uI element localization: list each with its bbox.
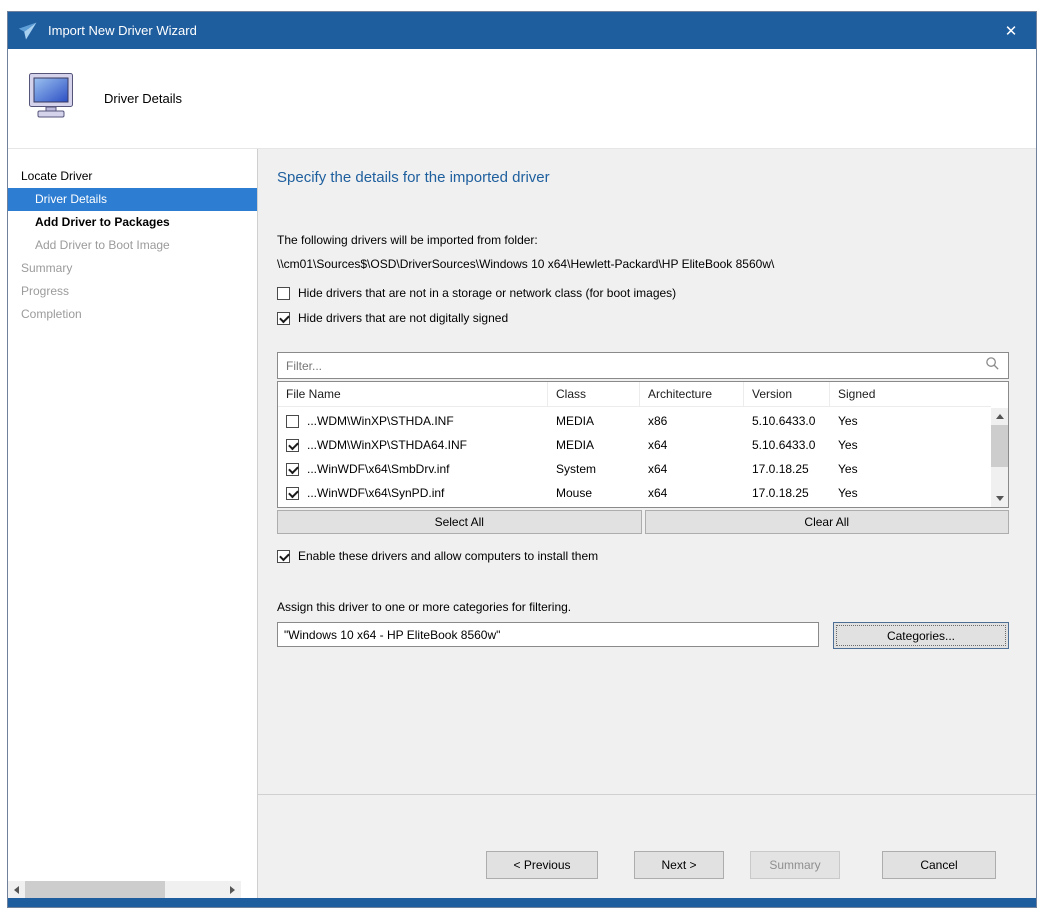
driver-signed: Yes [830,481,991,505]
scroll-right-arrow-icon[interactable] [224,881,241,898]
driver-row[interactable]: ...WinWDF\x64\SynPD.inf Mousex6417.0.18.2… [278,481,991,505]
enable-drivers-checkbox-label: Enable these drivers and allow computers… [298,549,598,563]
column-header-signed[interactable]: Signed [830,382,991,406]
driver-file-name: ...WinWDF\x64\SynPD.inf [307,486,444,500]
titlebar: Import New Driver Wizard ✕ [8,12,1036,49]
sidebar-item-driver-details[interactable]: Driver Details [8,188,257,211]
filter-input[interactable] [286,359,985,373]
driver-list: File NameClassArchitectureVersionSigned … [277,381,1009,508]
driver-row[interactable]: ...WDM\WinXP\STHDA.INF MEDIAx865.10.6433.… [278,409,991,433]
wizard-footer: < Previous Next > Summary Cancel [258,794,1036,898]
sidebar-item-add-driver-to-boot-image: Add Driver to Boot Image [8,234,257,257]
scrollbar-thumb[interactable] [25,881,165,898]
intro-text: The following drivers will be imported f… [277,233,1009,247]
summary-button: Summary [750,851,840,879]
driver-file-name: ...WDM\WinXP\STHDA.INF [307,414,454,428]
scrollbar-track[interactable] [991,425,1008,490]
sidebar-item-summary: Summary [8,257,257,280]
computer-monitor-icon [28,72,80,125]
driver-architecture: x64 [640,433,744,457]
close-icon[interactable]: ✕ [998,22,1024,40]
categories-button[interactable]: Categories... [833,622,1009,649]
hide-storage-checkbox-row[interactable]: Hide drivers that are not in a storage o… [277,286,1009,300]
column-header-architecture[interactable]: Architecture [640,382,744,406]
file-name-cell: ...WDM\WinXP\STHDA64.INF [278,433,548,457]
driver-architecture: x86 [640,409,744,433]
previous-button[interactable]: < Previous [486,851,598,879]
hide-storage-checkbox-label: Hide drivers that are not in a storage o… [298,286,676,300]
driver-class: Mouse [548,481,640,505]
file-name-cell: ...WinWDF\x64\SmbDrv.inf [278,457,548,481]
cancel-button[interactable]: Cancel [882,851,996,879]
driver-table-body: ...WDM\WinXP\STHDA.INF MEDIAx865.10.6433.… [278,407,991,507]
driver-architecture: x64 [640,481,744,505]
wizard-steps-sidebar: Locate DriverDriver DetailsAdd Driver to… [8,149,258,898]
driver-class: System [548,457,640,481]
content-heading: Specify the details for the imported dri… [277,169,1009,186]
hide-unsigned-checkbox-row[interactable]: Hide drivers that are not digitally sign… [277,311,1009,325]
bottom-accent-strip [8,898,1036,907]
file-name-cell: ...WinWDF\x64\SynPD.inf [278,481,548,505]
sidebar-item-locate-driver[interactable]: Locate Driver [8,165,257,188]
wizard-steps: Locate DriverDriver DetailsAdd Driver to… [8,165,257,326]
driver-class: MEDIA [548,409,640,433]
categories-caption: Assign this driver to one or more catego… [277,600,1009,614]
wizard-banner: Driver Details [8,49,1036,149]
driver-architecture: x64 [640,457,744,481]
driver-row-checkbox[interactable] [286,463,299,476]
hide-signed-checkbox[interactable] [277,312,290,325]
column-header-class[interactable]: Class [548,382,640,406]
driver-class: MEDIA [548,433,640,457]
driver-row-checkbox[interactable] [286,439,299,452]
page-title: Driver Details [104,91,182,106]
sidebar-item-progress: Progress [8,280,257,303]
driver-file-name: ...WinWDF\x64\SmbDrv.inf [307,462,449,476]
driver-row-checkbox[interactable] [286,415,299,428]
table-vertical-scrollbar[interactable] [991,408,1008,507]
hide-signed-checkbox-label: Hide drivers that are not digitally sign… [298,311,508,325]
scroll-down-arrow-icon[interactable] [991,490,1008,507]
driver-row[interactable]: ...WDM\WinXP\STHDA64.INF MEDIAx645.10.643… [278,433,991,457]
driver-signed: Yes [830,409,991,433]
driver-file-name: ...WDM\WinXP\STHDA64.INF [307,438,467,452]
sidebar-item-add-driver-to-packages[interactable]: Add Driver to Packages [8,211,257,234]
window-title: Import New Driver Wizard [48,23,197,38]
driver-row[interactable]: ...WinWDF\x64\SmbDrv.inf Systemx6417.0.18… [278,457,991,481]
column-header-version[interactable]: Version [744,382,830,406]
file-name-cell: ...WDM\WinXP\STHDA.INF [278,409,548,433]
driver-version: 17.0.18.25 [744,457,830,481]
hide-storage-checkbox[interactable] [277,287,290,300]
next-button[interactable]: Next > [634,851,724,879]
driver-details-panel: Specify the details for the imported dri… [258,149,1036,794]
enable-drivers-checkbox-row[interactable]: Enable these drivers and allow computers… [277,549,1009,563]
driver-table-header: File NameClassArchitectureVersionSigned [278,382,991,407]
driver-signed: Yes [830,457,991,481]
scrollbar-track[interactable] [25,881,224,898]
scroll-left-arrow-icon[interactable] [8,881,25,898]
clear-all-button[interactable]: Clear All [645,510,1010,534]
search-icon [985,356,1000,376]
driver-version: 17.0.18.25 [744,481,830,505]
categories-input[interactable] [277,622,819,647]
folder-path: \\cm01\Sources$\OSD\DriverSources\Window… [277,257,1009,271]
scrollbar-thumb[interactable] [991,425,1008,467]
enable-drivers-checkbox[interactable] [277,550,290,563]
sidebar-horizontal-scrollbar[interactable] [8,881,241,898]
select-all-button[interactable]: Select All [277,510,642,534]
driver-signed: Yes [830,433,991,457]
import-driver-wizard-window: Import New Driver Wizard ✕ Driver Detail… [7,11,1037,908]
driver-version: 5.10.6433.0 [744,409,830,433]
filter-box[interactable] [277,352,1009,379]
column-header-file-name[interactable]: File Name [278,382,548,406]
scroll-up-arrow-icon[interactable] [991,408,1008,425]
wizard-dart-icon [18,21,38,41]
driver-version: 5.10.6433.0 [744,433,830,457]
driver-row-checkbox[interactable] [286,487,299,500]
sidebar-item-completion: Completion [8,303,257,326]
